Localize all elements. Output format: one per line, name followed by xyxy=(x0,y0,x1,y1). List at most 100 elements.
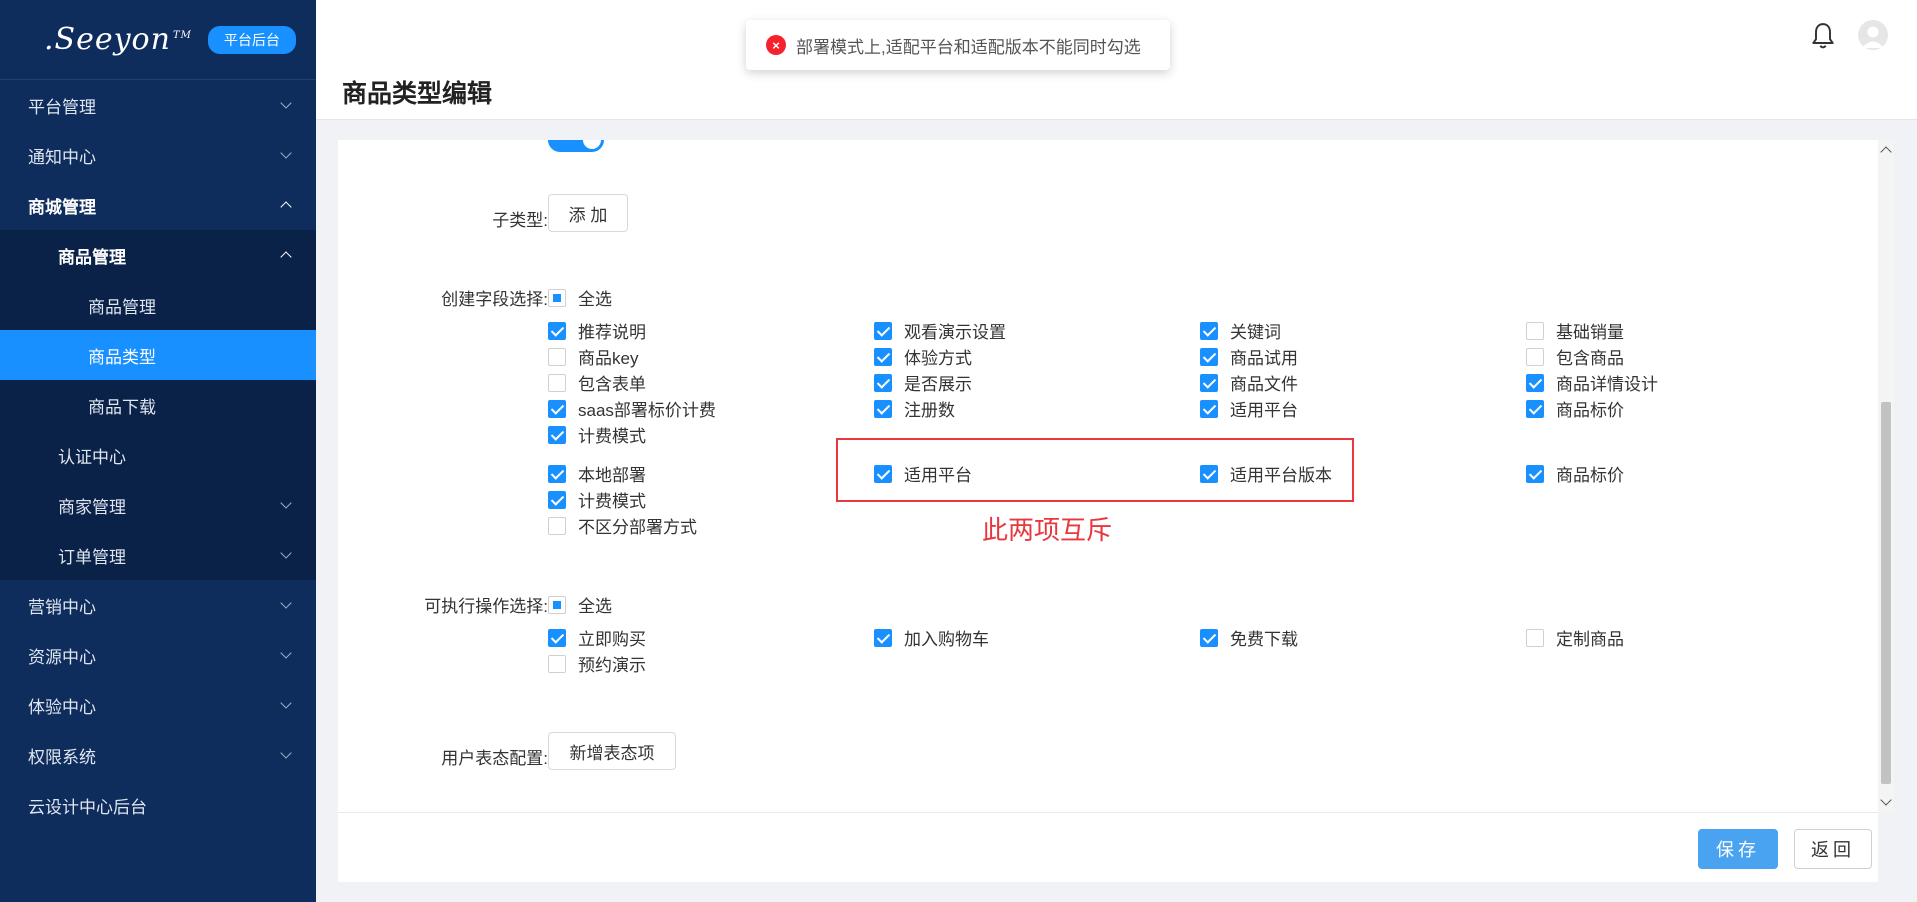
field-option-16[interactable]: 计费模式 xyxy=(548,422,646,447)
field-option-18[interactable]: 适用平台 xyxy=(874,461,972,486)
avatar[interactable] xyxy=(1858,20,1888,50)
checkbox[interactable] xyxy=(548,628,566,647)
scrollbar[interactable] xyxy=(1878,140,1894,812)
field-option-10[interactable]: 商品文件 xyxy=(1200,370,1298,395)
field-option-19[interactable]: 适用平台版本 xyxy=(1200,461,1332,486)
field-option-3[interactable]: 基础销量 xyxy=(1526,318,1624,343)
field-option-1[interactable]: 观看演示设置 xyxy=(874,318,1006,343)
checkbox[interactable] xyxy=(548,288,566,307)
checkbox[interactable] xyxy=(1200,464,1218,483)
checkbox[interactable] xyxy=(548,399,566,418)
checkbox[interactable] xyxy=(548,516,566,535)
checkbox[interactable] xyxy=(548,347,566,366)
field-option-0[interactable]: 推荐说明 xyxy=(548,318,646,343)
checkbox[interactable] xyxy=(874,399,892,418)
seeyon-logo[interactable]: .Seeyon TM xyxy=(44,22,192,57)
sidebar-item-goods-download[interactable]: 商品下载 xyxy=(0,380,316,430)
platform-badge: 平台后台 xyxy=(207,25,296,54)
checkbox[interactable] xyxy=(1526,399,1544,418)
checkbox[interactable] xyxy=(1526,321,1544,340)
sidebar-item-permission[interactable]: 权限系统 xyxy=(0,730,316,780)
add-attitude-button[interactable]: 新增表态项 xyxy=(548,732,676,770)
checkbox[interactable] xyxy=(1200,347,1218,366)
scroll-thumb[interactable] xyxy=(1881,402,1891,784)
sidebar-item-experience[interactable]: 体验中心 xyxy=(0,680,316,730)
sidebar-item-cloud-design[interactable]: 云设计中心后台 xyxy=(0,780,316,830)
checkbox[interactable] xyxy=(874,321,892,340)
field-option-5[interactable]: 体验方式 xyxy=(874,344,972,369)
field-option-11[interactable]: 商品详情设计 xyxy=(1526,370,1658,395)
action-option-0[interactable]: 立即购买 xyxy=(548,625,646,650)
field-option-12[interactable]: saas部署标价计费 xyxy=(548,396,716,421)
field-option-4[interactable]: 商品key xyxy=(548,344,638,369)
checkbox[interactable] xyxy=(548,654,566,673)
checkbox[interactable] xyxy=(548,464,566,483)
checkbox[interactable] xyxy=(1526,628,1544,647)
checkbox[interactable] xyxy=(1200,321,1218,340)
field-option-7[interactable]: 包含商品 xyxy=(1526,344,1624,369)
checkbox[interactable] xyxy=(548,490,566,509)
error-toast: × 部署模式上,适配平台和适配版本不能同时勾选 xyxy=(746,20,1170,70)
field-option-15[interactable]: 商品标价 xyxy=(1526,396,1624,421)
field-option-9[interactable]: 是否展示 xyxy=(874,370,972,395)
add-subtype-button[interactable]: 添 加 xyxy=(548,194,628,232)
action-option-4[interactable]: 预约演示 xyxy=(548,651,646,676)
actions-label: 可执行操作选择: xyxy=(424,597,548,616)
field-option-13[interactable]: 注册数 xyxy=(874,396,955,421)
action-option-1[interactable]: 加入购物车 xyxy=(874,625,989,650)
sidebar-item-goods-manage[interactable]: 商品管理 xyxy=(0,280,316,330)
actions-select-all[interactable]: 全选 xyxy=(548,592,612,617)
sidebar-item-marketing[interactable]: 营销中心 xyxy=(0,580,316,630)
logo-bar: .Seeyon TM 平台后台 xyxy=(0,0,316,80)
checkbox[interactable] xyxy=(1200,373,1218,392)
chevron-down-icon xyxy=(280,697,292,709)
checkbox[interactable] xyxy=(874,373,892,392)
sidebar-item-goods-type[interactable]: 商品类型 xyxy=(0,330,316,380)
enable-switch[interactable] xyxy=(548,140,604,152)
save-button[interactable]: 保存 xyxy=(1698,829,1778,869)
checkbox[interactable] xyxy=(1526,464,1544,483)
checkbox[interactable] xyxy=(548,595,566,614)
field-option-2[interactable]: 关键词 xyxy=(1200,318,1281,343)
checkbox[interactable] xyxy=(1526,373,1544,392)
sidebar-item-auth[interactable]: 认证中心 xyxy=(0,430,316,480)
back-button[interactable]: 返回 xyxy=(1794,829,1872,869)
sidebar-item-merchant[interactable]: 商家管理 xyxy=(0,480,316,530)
field-option-14[interactable]: 适用平台 xyxy=(1200,396,1298,421)
sidebar-item-resource[interactable]: 资源中心 xyxy=(0,630,316,680)
action-option-2[interactable]: 免费下载 xyxy=(1200,625,1298,650)
checkbox[interactable] xyxy=(1526,347,1544,366)
checkbox[interactable] xyxy=(548,321,566,340)
field-option-20[interactable]: 商品标价 xyxy=(1526,461,1624,486)
checkbox[interactable] xyxy=(1200,628,1218,647)
scroll-up-icon[interactable] xyxy=(1880,146,1892,158)
field-option-17[interactable]: 本地部署 xyxy=(548,461,646,486)
user-icon xyxy=(1862,26,1884,48)
bell-icon[interactable] xyxy=(1810,22,1836,50)
fields-select-all[interactable]: 全选 xyxy=(548,285,612,310)
sidebar-item-notice[interactable]: 通知中心 xyxy=(0,130,316,180)
field-option-6[interactable]: 商品试用 xyxy=(1200,344,1298,369)
chevron-down-icon xyxy=(280,497,292,509)
field-option-8[interactable]: 包含表单 xyxy=(548,370,646,395)
checkbox[interactable] xyxy=(874,464,892,483)
sidebar-item-platform[interactable]: 平台管理 xyxy=(0,80,316,130)
checkbox[interactable] xyxy=(1200,399,1218,418)
sidebar-item-mall[interactable]: 商城管理 xyxy=(0,180,316,230)
scroll-down-icon[interactable] xyxy=(1880,794,1892,806)
toast-message: 部署模式上,适配平台和适配版本不能同时勾选 xyxy=(796,37,1141,57)
sidebar-item-order[interactable]: 订单管理 xyxy=(0,530,316,580)
checkbox[interactable] xyxy=(874,347,892,366)
chevron-down-icon xyxy=(280,147,292,159)
chevron-up-icon xyxy=(280,201,292,213)
sidebar-item-goods-group[interactable]: 商品管理 xyxy=(0,230,316,280)
user-attitude-label: 用户表态配置: xyxy=(441,749,548,768)
field-option-21[interactable]: 计费模式 xyxy=(548,487,646,512)
field-option-22[interactable]: 不区分部署方式 xyxy=(548,513,697,538)
action-option-3[interactable]: 定制商品 xyxy=(1526,625,1624,650)
checkbox[interactable] xyxy=(548,425,566,444)
annotation-text: 此两项互斥 xyxy=(982,515,1113,545)
checkbox[interactable] xyxy=(874,628,892,647)
subtype-label: 子类型: xyxy=(492,211,548,230)
checkbox[interactable] xyxy=(548,373,566,392)
